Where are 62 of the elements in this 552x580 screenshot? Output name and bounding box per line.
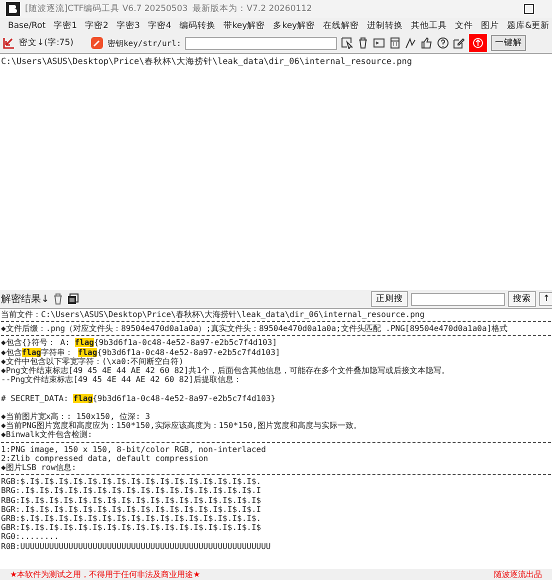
- output-line: 1:PNG image, 150 x 150, 8-bit/color RGB, non-interlaced: [1, 444, 267, 454]
- menu-item[interactable]: Base/Rot: [4, 20, 50, 30]
- trash-icon[interactable]: [357, 37, 370, 49]
- output-line: RGB:$.I$.I$.I$.I$.I$.I$.I$.I$.I$.I$.I$.I$.I$.I$.I$.I$.: [1, 477, 262, 486]
- output-line: ◆包含flag字符串： flag{9b3d6f1a-0c48-4e52-8a97-e2b5c7f4d103]: [1, 348, 282, 357]
- cipher-text-area[interactable]: C:\Users\ASUS\Desktop\Price\春秋杯\大海捞针\leak_data\dir_06\internal_resource.png: [0, 53, 552, 290]
- key-label: 密钥key/str/url:: [107, 38, 182, 48]
- cipher-label: 密文↓(字:75): [19, 37, 74, 49]
- output-line: ◆图片LSB row信息:: [1, 463, 78, 472]
- menu-item[interactable]: 图片: [477, 20, 504, 32]
- output-line: GRB:$.I$.I$.I$.I$.I$.I$.I$.I$.I$.I$.I$.I$.I$.I$.I$.I$.: [1, 514, 262, 524]
- output-line: R0B:UUUUUUUUUUUUUUUUUUUUUUUUUUUUUUUUUUUUUUUUUUUUUUUUUUUU: [1, 542, 272, 551]
- output-line: ◆当前图片宽x高：: 150x150, 位深: 3: [1, 412, 152, 421]
- output-line: # SECRET_DATA: flag{9b3d6f1a-0c48-4e52-8a97-e2b5c7f4d103}: [1, 394, 277, 403]
- menu-item[interactable]: 题库&更新: [503, 20, 552, 32]
- maximize-icon[interactable]: [524, 4, 534, 14]
- output-line: GBR:I$.I$.I$.I$.I$.I$.I$.I$.I$.I$.I$.I$.I$.I$.I$.I$.I$: [1, 523, 262, 532]
- output-line: ◆文件后缀：.png（对应文件头：89504e470d0a1a0a）;真实文件头：89504e470d0a1a0a;文件头匹配 .PNG[89504e470d0a1a0a]格式: [1, 324, 509, 334]
- menu-item[interactable]: 在线解密: [319, 20, 364, 32]
- output-line: 当前文件：C:\Users\ASUS\Desktop\Price\春秋杯\大海捞针\leak_data\dir_06\internal_resource.png: [1, 310, 426, 320]
- terminal-icon[interactable]: [373, 37, 386, 49]
- menu-item[interactable]: 字密4: [144, 20, 176, 32]
- output-line: --Png文件结束标志[49 45 4E 44 AE 42 60 82]后提取信息：: [1, 375, 242, 384]
- edit-icon[interactable]: [453, 37, 466, 49]
- window-title: [随波逐流]CTF编码工具 V6.7 20250503: [25, 3, 188, 15]
- search-field[interactable]: [410, 292, 505, 306]
- thumb-icon[interactable]: [421, 37, 434, 49]
- regex-search-button[interactable]: 正则搜: [370, 291, 408, 307]
- output-line: 2:Zlib compressed data, default compression: [1, 454, 210, 464]
- output-line: BGR:.I$.I$.I$.I$.I$.I$.I$.I$.I$.I$.I$.I$.I$.I$.I$.I$.I: [1, 504, 262, 514]
- menu-item[interactable]: 字密3: [112, 20, 144, 32]
- credit-text: 随波逐流出品: [494, 569, 542, 580]
- output-line: ◆当前PNG图片宽度和高度应为：150*150,实际应该高度为：150*150,图片宽度和高度与实际一致。: [1, 421, 362, 430]
- cursor-icon[interactable]: [341, 37, 354, 49]
- output-line: ◆Binwalk文件包含检测:: [1, 430, 94, 440]
- output-line: BRG:.I$.I$.I$.I$.I$.I$.I$.I$.I$.I$.I$.I$.I$.I$.I$.I$.I: [1, 486, 262, 496]
- help-icon[interactable]: [437, 37, 450, 49]
- up-button[interactable]: ↑: [538, 292, 552, 306]
- copy-icon[interactable]: [67, 293, 80, 305]
- output-line: RG0:........: [1, 532, 60, 542]
- output-line: ◆Png文件结束标志[49 45 4E 44 AE 42 60 82]共1个，后面包含其他信息，可能存在多个文件叠加隐写或后接文本隐写。: [1, 366, 450, 376]
- update-note: 最新版本为：V7.2 20260112: [192, 3, 312, 15]
- upload-icon[interactable]: [469, 34, 488, 52]
- menu-item[interactable]: 编码转换: [175, 20, 220, 32]
- output-line: ◆文件中包含以下零宽字符：(\xa0:不间断空白符): [1, 356, 185, 366]
- decode-button[interactable]: 一键解: [491, 35, 526, 51]
- import-icon[interactable]: [3, 37, 15, 49]
- menu-item[interactable]: 文件: [451, 20, 478, 32]
- notice-text: ★本软件为测试之用，不得用于任何非法及商业用途★: [10, 569, 200, 580]
- menu-item[interactable]: 多key解密: [269, 20, 320, 32]
- search-button[interactable]: 搜索: [508, 291, 536, 307]
- calc-icon[interactable]: [389, 37, 402, 49]
- trash-icon[interactable]: [52, 293, 64, 305]
- key-field[interactable]: [185, 36, 338, 50]
- output-line: ◆包含{}符号： A: flag{9b3d6f1a-0c48-4e52-8a97-e2b5c7f4d103]: [1, 338, 278, 348]
- result-label: 解密结果↓: [1, 292, 50, 306]
- menu-item[interactable]: 字密1: [50, 20, 82, 32]
- menu-item[interactable]: 带key解密: [219, 20, 270, 32]
- output-line: RBG:I$.I$.I$.I$.I$.I$.I$.I$.I$.I$.I$.I$.I$.I$.I$.I$.I$: [1, 496, 262, 505]
- menu-item[interactable]: 进制转换: [363, 20, 408, 32]
- menu-item[interactable]: 字密2: [81, 20, 112, 32]
- menu-item[interactable]: 其他工具: [407, 20, 452, 32]
